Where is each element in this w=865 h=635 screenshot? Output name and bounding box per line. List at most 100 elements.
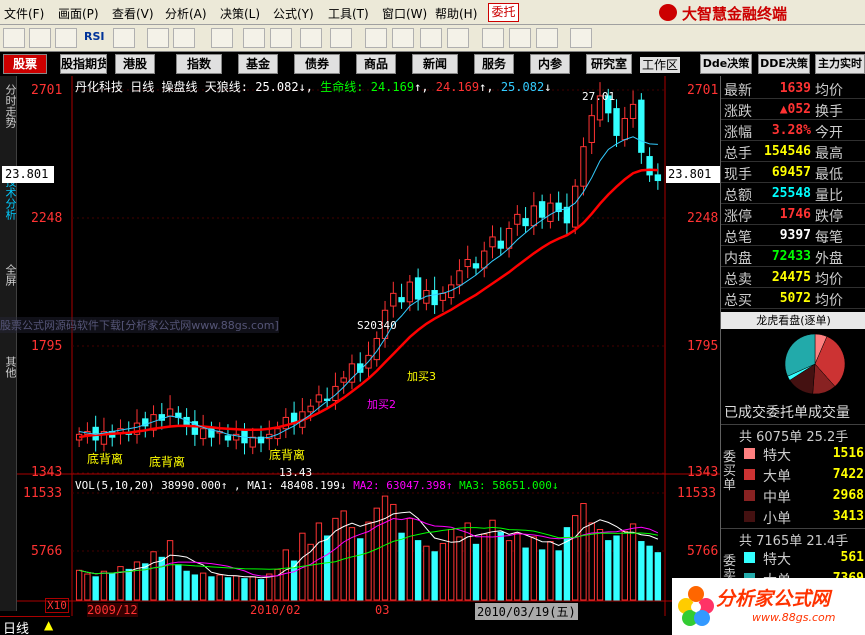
date-axis-2: 03: [375, 603, 390, 617]
tab-bonds[interactable]: 债券: [294, 54, 340, 74]
minute-chart-icon[interactable]: [55, 28, 77, 48]
quote-label-2: 均价: [815, 272, 843, 288]
tab-insider[interactable]: 内参: [530, 54, 570, 74]
tab-research[interactable]: 研究室: [586, 54, 632, 74]
logo-title: 分析家公式网: [716, 588, 831, 610]
price-axis-right-0: 2701: [687, 83, 719, 98]
volume-bar: [596, 528, 604, 601]
ruler-icon[interactable]: [173, 28, 195, 48]
dollar-icon[interactable]: [211, 28, 233, 48]
candle-body: [431, 290, 438, 306]
chart-tool-icon[interactable]: [270, 28, 292, 48]
volume-bar: [406, 517, 414, 601]
candle-body: [654, 174, 662, 182]
quote-label-2: 今开: [815, 125, 843, 141]
menu-formula[interactable]: 公式(Y): [273, 5, 314, 22]
candle-body: [613, 108, 620, 136]
tab-time-sharing[interactable]: 分时走势: [1, 84, 17, 128]
chart-header: 丹化科技 日线 操盘线 天狼线: 25.082↓, 生命线: 24.169↑, …: [75, 80, 552, 94]
volume-bar: [158, 556, 165, 601]
menu-view-page[interactable]: 画面(P): [58, 5, 99, 22]
candle-body: [580, 146, 587, 187]
tab-commodities[interactable]: 商品: [356, 54, 396, 74]
order-row: 大单 7422: [741, 465, 865, 485]
volume-bar: [621, 530, 628, 601]
order-value: 2968: [832, 488, 864, 503]
quote-label-2: 每笔: [815, 230, 843, 246]
weituo-button[interactable]: 委托: [488, 3, 519, 22]
print-icon[interactable]: [482, 28, 504, 48]
menu-help[interactable]: 帮助(H): [435, 5, 477, 22]
folder-icon[interactable]: [3, 28, 25, 48]
tab-news[interactable]: 新闻: [412, 54, 458, 74]
menu-file[interactable]: 文件(F): [4, 5, 44, 22]
quote-label: 现手: [724, 167, 752, 183]
tab-index-futures[interactable]: 股指期货: [60, 54, 107, 74]
candle-body: [514, 213, 521, 225]
books-icon[interactable]: [536, 28, 558, 48]
menu-window[interactable]: 窗口(W): [382, 5, 427, 22]
diamond-icon[interactable]: [392, 28, 414, 48]
window-icon[interactable]: [509, 28, 531, 48]
order-label: 特大: [763, 552, 791, 568]
candle-body: [481, 250, 488, 269]
calendar-icon[interactable]: [113, 28, 135, 48]
flag-icon[interactable]: [330, 28, 352, 48]
volume-bar: [315, 522, 323, 601]
volume-header: VOL(5,10,20) 38990.000↑ , MA1: 48408.199…: [75, 479, 559, 492]
annotation-top: 27.01: [582, 90, 616, 103]
menu-decision[interactable]: 决策(L): [220, 5, 260, 22]
volume-bar: [613, 535, 620, 601]
color-swatch: [744, 511, 755, 522]
binoculars-icon[interactable]: [300, 28, 322, 48]
quote-label: 涨停: [724, 209, 752, 225]
longhu-title[interactable]: 龙虎看盘(逐单): [721, 312, 865, 329]
annotation-buy2: 加买2: [367, 398, 396, 411]
rsi-button[interactable]: RSI: [84, 30, 105, 43]
quote-label: 涨幅: [724, 125, 752, 141]
kline-chart[interactable]: 丹化科技 日线 操盘线 天狼线: 25.082↓, 生命线: 24.169↑, …: [0, 76, 720, 620]
candle-body: [505, 227, 513, 249]
quote-label-2: 换手: [815, 104, 843, 120]
period-tab[interactable]: 日线: [3, 618, 29, 635]
main-force-button[interactable]: 主力实时: [815, 54, 865, 74]
buy-header: 共 6075单 25.2手: [739, 430, 849, 445]
tab-fullscreen[interactable]: 全屏: [1, 264, 17, 286]
price-axis-right-3: 1343: [687, 465, 719, 480]
v4-value: 25.082: [500, 80, 545, 94]
dde-decision-button-1[interactable]: Dde决策: [700, 54, 752, 74]
quote-row: 涨停 1746 跌停: [721, 204, 865, 225]
help-pointer-icon[interactable]: [570, 28, 592, 48]
work-area-label[interactable]: 工作区: [640, 57, 681, 73]
volume-bar: [423, 545, 430, 601]
menu-analysis[interactable]: 分析(A): [165, 5, 207, 22]
quote-row: 总买 5072 均价: [721, 288, 865, 309]
news-icon[interactable]: [365, 28, 387, 48]
order-pie-chart: [784, 333, 846, 395]
menu-tools[interactable]: 工具(T): [328, 5, 369, 22]
volume-bar: [357, 538, 364, 601]
menu-view[interactable]: 查看(V): [112, 5, 154, 22]
triangle-up-icon[interactable]: ▲: [44, 618, 53, 632]
quote-label-2: 均价: [815, 293, 843, 309]
dde-decision-button-2[interactable]: DDE决策: [758, 54, 810, 74]
tab-services[interactable]: 服务: [474, 54, 514, 74]
tab-hk-stocks[interactable]: 港股: [115, 54, 155, 74]
tab-other[interactable]: 其他: [1, 356, 17, 378]
crosshair-icon[interactable]: [147, 28, 169, 48]
quote-row: 总额 25548 量比: [721, 183, 865, 204]
price-axis-left-1: 2248: [31, 211, 63, 226]
tab-index[interactable]: 指数: [176, 54, 222, 74]
period-label: 日线: [130, 80, 155, 94]
tab-funds[interactable]: 基金: [238, 54, 278, 74]
kline-chart-icon[interactable]: [29, 28, 51, 48]
glasses-icon[interactable]: [243, 28, 265, 48]
volume-bar: [638, 541, 645, 601]
volume-bar: [547, 541, 554, 601]
candle-body: [456, 270, 463, 286]
tab-stocks[interactable]: 股票: [3, 54, 47, 74]
blue-circle-icon[interactable]: [447, 28, 469, 48]
red-circle-icon[interactable]: [420, 28, 442, 48]
traded-order-label: 已成交委托单成交量: [724, 405, 850, 421]
quote-label-2: 均价: [815, 83, 843, 99]
